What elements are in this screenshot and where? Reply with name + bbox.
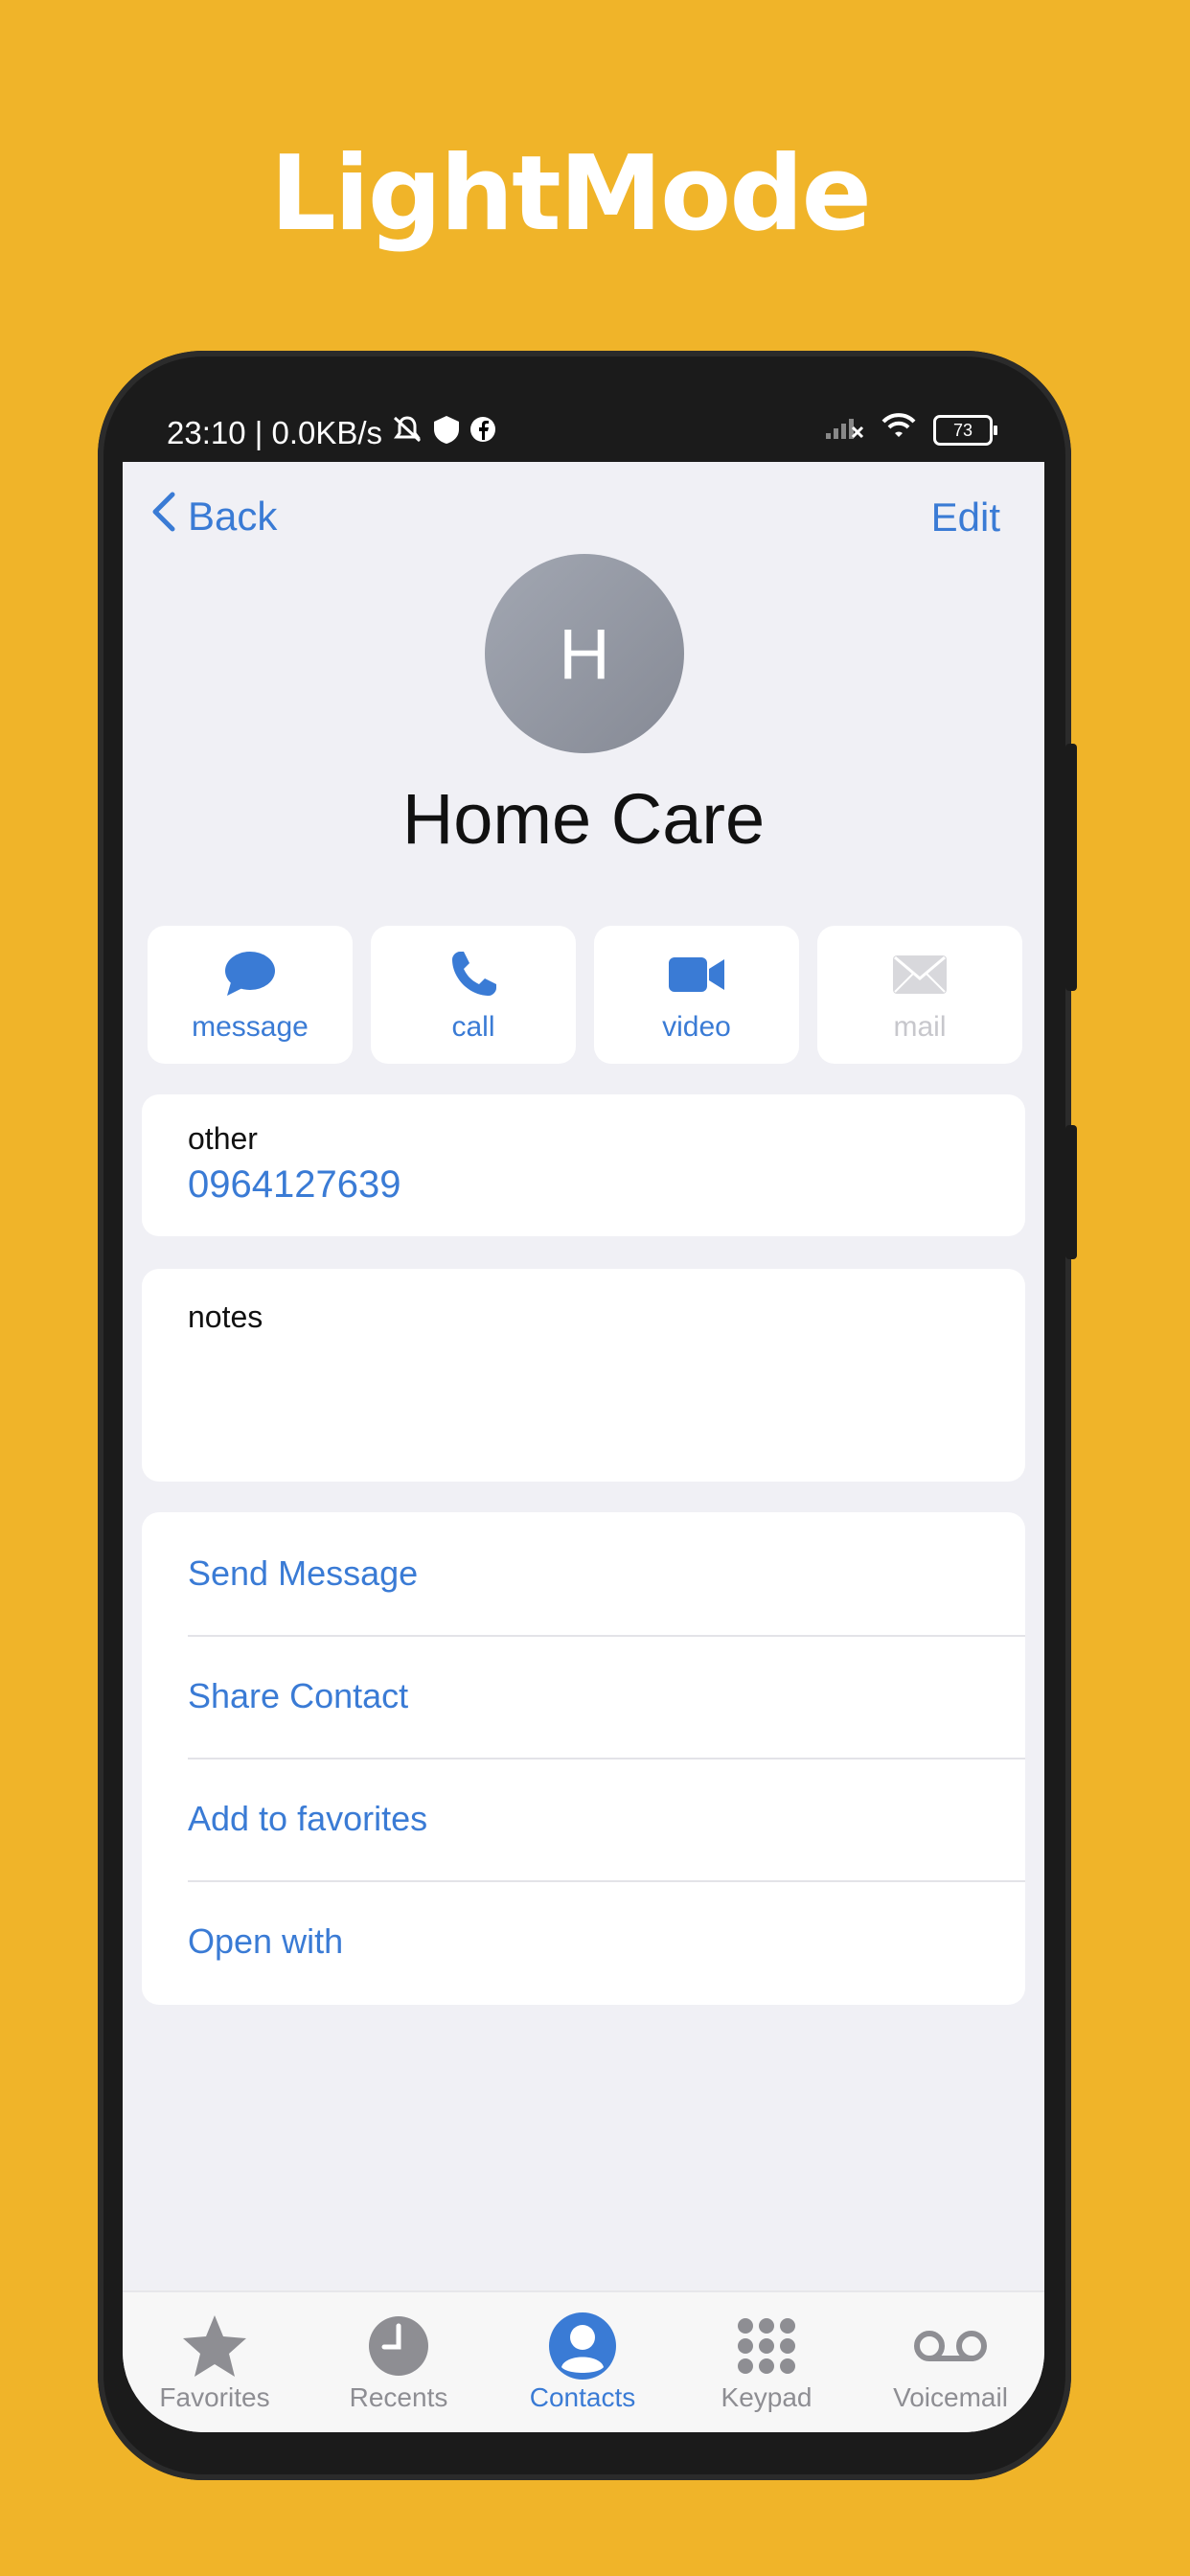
envelope-icon — [891, 946, 949, 1003]
notes-label: notes — [188, 1300, 263, 1334]
tab-recents[interactable]: Recents — [307, 2310, 491, 2413]
tab-recents-label: Recents — [349, 2382, 448, 2412]
tab-contacts[interactable]: Contacts — [491, 2310, 675, 2413]
status-bar: 23:10 | 0.0KB/s 73 — [123, 383, 1044, 462]
open-with-option[interactable]: Open with — [188, 1880, 1025, 2003]
tab-keypad[interactable]: Keypad — [675, 2310, 858, 2413]
keypad-grid-icon — [736, 2310, 797, 2382]
voicemail-icon — [912, 2310, 989, 2382]
clock-icon — [367, 2310, 430, 2382]
message-bubble-icon — [223, 946, 277, 1003]
video-label: video — [662, 1011, 731, 1043]
add-to-favorites-option[interactable]: Add to favorites — [188, 1758, 1025, 1882]
edit-button[interactable]: Edit — [931, 494, 1000, 540]
back-label: Back — [188, 494, 278, 539]
quick-actions: message call video mail — [148, 926, 1023, 1064]
back-button[interactable]: Back — [149, 491, 277, 542]
phone-number-link[interactable]: 0964127639 — [188, 1163, 400, 1207]
phone-card: other 0964127639 — [142, 1094, 1025, 1236]
call-action-button[interactable]: call — [371, 926, 576, 1064]
power-button — [1065, 1125, 1077, 1259]
star-icon — [181, 2310, 248, 2382]
phone-icon — [446, 946, 500, 1003]
avatar: H — [485, 554, 684, 753]
options-list: Send Message Share Contact Add to favori… — [142, 1512, 1025, 2005]
share-contact-option[interactable]: Share Contact — [188, 1635, 1025, 1760]
message-label: message — [192, 1011, 309, 1043]
contact-name: Home Care — [401, 779, 766, 859]
chevron-left-icon — [149, 491, 176, 542]
status-text: 23:10 | 0.0KB/s — [167, 415, 383, 450]
send-message-option[interactable]: Send Message — [188, 1512, 1025, 1637]
person-circle-icon — [548, 2310, 617, 2382]
signal-icon — [824, 412, 864, 448]
battery-icon: 73 — [933, 415, 997, 446]
volume-button — [1065, 744, 1077, 991]
hero-title: LightMode — [270, 134, 872, 254]
tab-favorites-label: Favorites — [159, 2382, 270, 2412]
tab-voicemail-label: Voicemail — [893, 2382, 1008, 2412]
mail-label: mail — [893, 1011, 947, 1043]
call-label: call — [451, 1011, 495, 1043]
tab-keypad-label: Keypad — [721, 2382, 812, 2412]
contact-detail-screen: Back Edit H Home Care message call video — [123, 462, 1044, 2432]
tab-voicemail[interactable]: Voicemail — [858, 2310, 1042, 2413]
tab-favorites[interactable]: Favorites — [123, 2310, 307, 2413]
video-action-button[interactable]: video — [594, 926, 799, 1064]
phone-label: other — [188, 1121, 258, 1156]
shield-icon — [432, 414, 461, 452]
mail-action-button: mail — [817, 926, 1022, 1064]
bell-muted-icon — [390, 414, 424, 452]
wifi-icon — [880, 412, 918, 448]
video-camera-icon — [667, 946, 726, 1003]
facebook-icon — [469, 415, 497, 451]
tab-bar: Favorites Recents Contacts Keypad Voicem… — [123, 2290, 1044, 2432]
notes-field[interactable]: notes — [142, 1269, 1025, 1482]
message-action-button[interactable]: message — [148, 926, 353, 1064]
tab-contacts-label: Contacts — [529, 2382, 636, 2412]
